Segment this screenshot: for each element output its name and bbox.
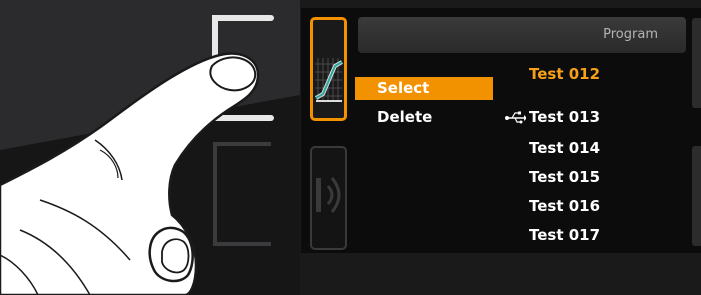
- program-item[interactable]: Test 017: [529, 224, 679, 247]
- program-item[interactable]: Test 016: [529, 195, 679, 218]
- usb-icon: [505, 111, 526, 124]
- menu-item-delete[interactable]: Delete: [355, 106, 493, 129]
- program-item[interactable]: Test 015: [529, 166, 679, 189]
- right-tab-edge: [692, 18, 701, 108]
- program-item[interactable]: Test 014: [529, 137, 679, 160]
- sound-wave-icon: [316, 177, 341, 213]
- display-screen: Program Select Delete Test 012 Test 013 …: [301, 8, 701, 253]
- program-item[interactable]: Test 013: [529, 106, 679, 129]
- header-bar: Program: [358, 17, 686, 53]
- header-title: Program: [603, 27, 658, 42]
- program-curve-icon: [315, 58, 343, 102]
- tab-program[interactable]: [310, 17, 347, 121]
- hardware-key-top[interactable]: [205, 14, 275, 126]
- tab-second[interactable]: [310, 146, 347, 250]
- menu-item-select[interactable]: Select: [355, 77, 493, 100]
- hardware-key-bottom[interactable]: [205, 140, 275, 252]
- right-tab-edge-lower: [692, 146, 701, 246]
- program-item[interactable]: Test 012: [529, 63, 679, 86]
